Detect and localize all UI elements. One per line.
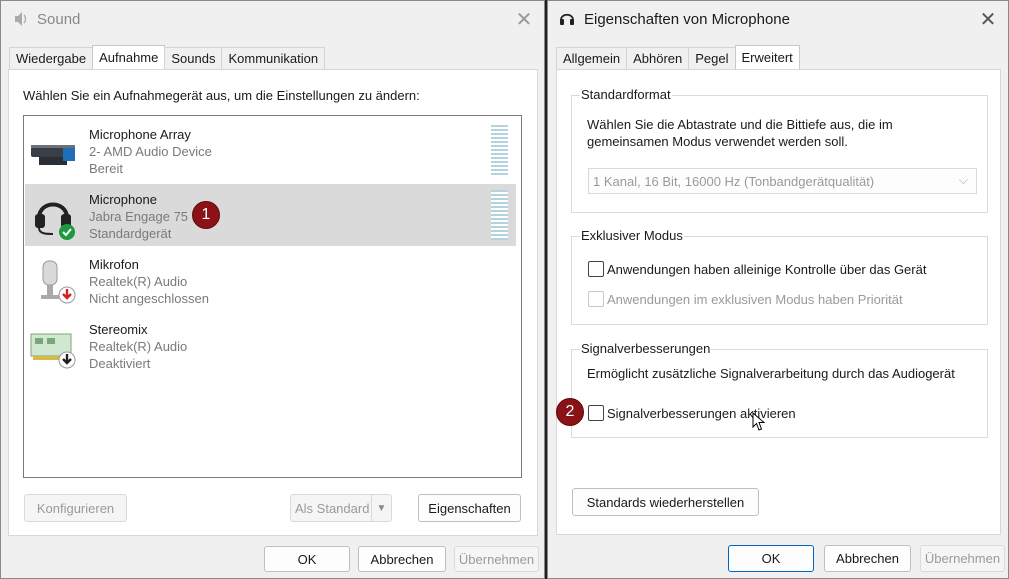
cancel-button[interactable]: Abbrechen [358, 546, 446, 572]
ok-button[interactable]: OK [728, 545, 814, 572]
device-list: Microphone Array 2- AMD Audio Device Ber… [23, 115, 522, 478]
device-status: Deaktiviert [89, 356, 151, 371]
exclusive-priority-checkbox[interactable]: Anwendungen im exklusiven Modus haben Pr… [588, 291, 903, 307]
group-label: Signalverbesserungen [580, 341, 712, 356]
sound-titlebar: Sound ✕ [1, 1, 544, 37]
sound-card-disabled-icon [29, 320, 79, 370]
apply-button[interactable]: Übernehmen [920, 545, 1005, 572]
instruction-text: Wählen Sie ein Aufnahmegerät aus, um die… [23, 88, 420, 103]
device-mikrofon[interactable]: Mikrofon Realtek(R) Audio Nicht angeschl… [25, 249, 516, 311]
ok-button[interactable]: OK [264, 546, 350, 572]
group-label: Exklusiver Modus [580, 228, 684, 243]
device-driver: Realtek(R) Audio [89, 274, 188, 289]
tab-kommunikation[interactable]: Kommunikation [221, 47, 326, 69]
device-microphone-array[interactable]: Microphone Array 2- AMD Audio Device Ber… [25, 119, 516, 181]
properties-tabs: Allgemein Abhören Pegel Erweitert [556, 45, 800, 69]
default-format-group: Standardformat Wählen Sie die Abtastrate… [571, 87, 988, 213]
level-meter [491, 125, 508, 175]
group-label: Standardformat [580, 87, 672, 102]
chevron-down-icon[interactable]: ▼ [371, 495, 391, 521]
cancel-button[interactable]: Abbrechen [824, 545, 911, 572]
device-status: Nicht angeschlossen [89, 291, 209, 306]
device-stereomix[interactable]: Stereomix Realtek(R) Audio Deaktiviert [25, 314, 516, 376]
close-button[interactable]: ✕ [976, 7, 1000, 31]
microphone-array-icon [29, 125, 79, 175]
tab-wiedergabe[interactable]: Wiedergabe [9, 47, 94, 69]
checkbox-box[interactable] [588, 405, 604, 421]
tab-abhoeren[interactable]: Abhören [626, 47, 690, 69]
restore-defaults-button[interactable]: Standards wiederherstellen [572, 488, 759, 516]
set-default-label: Als Standard [295, 500, 370, 516]
apply-button[interactable]: Übernehmen [454, 546, 539, 572]
set-default-button[interactable]: Als Standard ▼ [290, 494, 392, 522]
device-name: Stereomix [89, 322, 148, 337]
checkbox-label: Signalverbesserungen aktivieren [607, 405, 796, 421]
properties-window: Eigenschaften von Microphone ✕ Allgemein… [547, 0, 1009, 579]
device-driver: Jabra Engage 75 [89, 209, 189, 224]
close-button[interactable]: ✕ [512, 7, 536, 31]
device-status: Standardgerät [89, 226, 172, 241]
format-select[interactable]: 1 Kanal, 16 Bit, 16000 Hz (Tonbandgerätq… [588, 168, 977, 194]
device-name: Mikrofon [89, 257, 139, 272]
headset-icon [558, 10, 576, 28]
checkbox-label: Anwendungen im exklusiven Modus haben Pr… [607, 291, 903, 307]
chevron-down-icon: ⌵ [958, 173, 968, 187]
step-badge-1: 1 [192, 201, 220, 229]
format-select-value: 1 Kanal, 16 Bit, 16000 Hz (Tonbandgerätq… [593, 173, 875, 189]
checkbox-box[interactable] [588, 291, 604, 307]
enhancements-description: Ermöglicht zusätzliche Signalverarbeitun… [587, 366, 955, 381]
device-status: Bereit [89, 161, 123, 176]
tab-pegel[interactable]: Pegel [688, 47, 736, 69]
sound-window: Sound ✕ Wiedergabe Aufnahme Sounds Kommu… [0, 0, 545, 579]
speaker-icon [11, 10, 29, 28]
exclusive-mode-group: Exklusiver Modus Anwendungen haben allei… [571, 228, 988, 325]
tab-sounds[interactable]: Sounds [164, 47, 223, 69]
checkbox-label: Anwendungen haben alleinige Kontrolle üb… [607, 261, 927, 277]
level-meter [491, 190, 508, 240]
properties-title: Eigenschaften von Microphone [584, 10, 790, 28]
advanced-panel: Standardformat Wählen Sie die Abtastrate… [556, 69, 1001, 535]
tab-erweitert[interactable]: Erweitert [734, 45, 800, 69]
sound-title: Sound [37, 10, 81, 28]
microphone-disconnected-icon [29, 255, 79, 305]
mouse-cursor-icon [752, 411, 766, 435]
enhancements-group: Signalverbesserungen Ermöglicht zusätzli… [571, 341, 988, 438]
format-description-line: Wählen Sie die Abtastrate und die Bittie… [587, 117, 893, 132]
device-name: Microphone Array [89, 127, 191, 142]
device-microphone[interactable]: Microphone Jabra Engage 75 Standardgerät [25, 184, 516, 246]
tab-allgemein[interactable]: Allgemein [556, 47, 628, 69]
device-name: Microphone [89, 192, 157, 207]
checkbox-box[interactable] [588, 261, 604, 277]
headset-icon [29, 190, 79, 240]
device-driver: 2- AMD Audio Device [89, 144, 212, 159]
sound-tabs: Wiedergabe Aufnahme Sounds Kommunikation [9, 45, 326, 69]
configure-button[interactable]: Konfigurieren [24, 494, 127, 522]
device-driver: Realtek(R) Audio [89, 339, 188, 354]
properties-titlebar: Eigenschaften von Microphone ✕ [548, 1, 1008, 37]
properties-button[interactable]: Eigenschaften [418, 494, 521, 522]
step-badge-2: 2 [556, 398, 584, 426]
format-description-line: gemeinsamen Modus verwendet werden soll. [587, 134, 848, 149]
exclusive-control-checkbox[interactable]: Anwendungen haben alleinige Kontrolle üb… [588, 261, 926, 277]
format-description: Wählen Sie die Abtastrate und die Bittie… [587, 116, 893, 150]
recording-panel: Wählen Sie ein Aufnahmegerät aus, um die… [8, 69, 538, 536]
tab-aufnahme[interactable]: Aufnahme [92, 45, 166, 69]
